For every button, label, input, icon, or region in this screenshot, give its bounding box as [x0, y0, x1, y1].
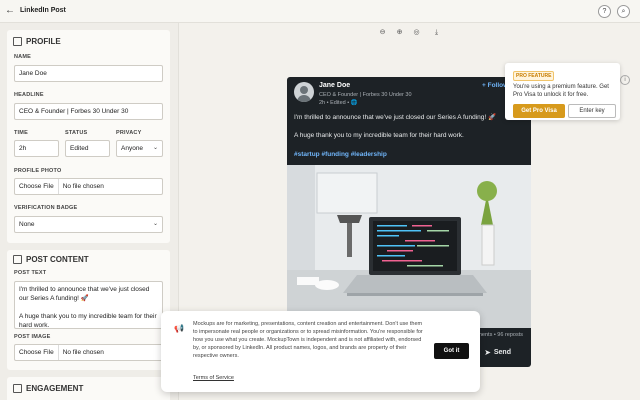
- text-icon: [13, 255, 22, 264]
- enter-key-button[interactable]: Enter key: [568, 104, 616, 118]
- post-stats: ments • 96 reposts: [477, 332, 523, 338]
- engagement-header: ENGAGEMENT: [13, 384, 83, 393]
- top-bar: ← LinkedIn Post ? ⌕: [0, 0, 640, 23]
- badge-select[interactable]: None ⌄: [14, 216, 163, 233]
- post-content-card: POST CONTENT POST TEXT I'm thrilled to a…: [7, 250, 170, 370]
- status-label: STATUS: [65, 130, 88, 136]
- get-pro-button[interactable]: Get Pro Visa: [513, 104, 565, 118]
- post-author-name: Jane Doe: [319, 82, 351, 89]
- disclaimer-text: Mockups are for marketing, presentations…: [193, 321, 423, 359]
- engagement-title: ENGAGEMENT: [26, 384, 84, 393]
- name-label: NAME: [14, 54, 31, 60]
- search-icon[interactable]: ⌕: [617, 5, 630, 18]
- megaphone-icon: 📢: [174, 324, 184, 333]
- chevron-down-icon: ⌄: [152, 145, 158, 151]
- pro-feature-badge: PRO FEATURE: [513, 71, 555, 81]
- badge-value: None: [19, 221, 35, 228]
- headline-label: HEADLINE: [14, 92, 44, 98]
- photo-file-status: No file chosen: [62, 183, 104, 190]
- send-icon: ➤: [484, 348, 491, 357]
- post-text-area[interactable]: I'm thrilled to announce that we've just…: [14, 281, 163, 329]
- post-author-headline: CEO & Founder | Forbes 30 Under 30: [319, 92, 412, 98]
- badge-label: VERIFICATION BADGE: [14, 205, 78, 211]
- zoom-in-icon[interactable]: ⊕: [394, 27, 405, 38]
- profile-header: PROFILE: [13, 37, 61, 46]
- choose-file-button[interactable]: Choose File: [19, 179, 59, 194]
- download-icon[interactable]: ⤓: [431, 27, 442, 38]
- time-label: TIME: [14, 130, 28, 136]
- send-button[interactable]: Send: [494, 349, 511, 356]
- profile-card: PROFILE NAME Jane Doe HEADLINE CEO & Fou…: [7, 30, 170, 243]
- post-text-line-2: A huge thank you to my incredible team f…: [294, 132, 464, 139]
- help-icon[interactable]: ?: [598, 5, 611, 18]
- name-input[interactable]: Jane Doe: [14, 65, 163, 82]
- photo-label: PROFILE PHOTO: [14, 168, 62, 174]
- headline-input[interactable]: CEO & Founder | Forbes 30 Under 30: [14, 103, 163, 120]
- post-image-label: POST IMAGE: [14, 334, 51, 340]
- image-file-status: No file chosen: [62, 349, 104, 356]
- post-text-line-1: I'm thrilled to announce that we've just…: [294, 114, 497, 121]
- post-content-header: POST CONTENT: [13, 255, 89, 264]
- privacy-value: Anyone: [121, 145, 144, 152]
- fit-icon[interactable]: ◎: [411, 27, 422, 38]
- photo-file-input[interactable]: Choose File No file chosen: [14, 178, 163, 195]
- laptop-photo: [287, 165, 531, 328]
- zoom-out-icon[interactable]: ⊖: [377, 27, 388, 38]
- post-content-title: POST CONTENT: [26, 255, 89, 264]
- post-text-label: POST TEXT: [14, 270, 47, 276]
- got-it-button[interactable]: Got it: [434, 343, 469, 359]
- pro-feature-text: You're using a premium feature. Get Pro …: [513, 84, 609, 98]
- info-icon[interactable]: i: [620, 75, 630, 85]
- privacy-select[interactable]: Anyone ⌄: [116, 140, 163, 157]
- profile-title: PROFILE: [26, 37, 61, 46]
- page-title: LinkedIn Post: [20, 7, 66, 14]
- post-meta: 2h • Edited • 🌐: [319, 100, 358, 106]
- terms-link[interactable]: Terms of Service: [193, 375, 234, 381]
- choose-image-button[interactable]: Choose File: [19, 345, 59, 360]
- time-input[interactable]: 2h: [14, 140, 59, 157]
- disclaimer-banner: 📢 Mockups are for marketing, presentatio…: [161, 311, 480, 392]
- profile-icon: [13, 37, 22, 46]
- post-image-file-input[interactable]: Choose File No file chosen: [14, 344, 163, 361]
- chart-icon: [13, 384, 22, 393]
- status-input[interactable]: Edited: [65, 140, 110, 157]
- engagement-card: ENGAGEMENT: [7, 377, 170, 400]
- post-image: [287, 165, 531, 328]
- chevron-down-icon: ⌄: [152, 221, 158, 227]
- privacy-label: PRIVACY: [116, 130, 142, 136]
- back-arrow-icon[interactable]: ←: [5, 5, 17, 17]
- pro-feature-popup: PRO FEATURE You're using a premium featu…: [505, 63, 620, 120]
- avatar: [294, 82, 314, 102]
- editor-panel: PROFILE NAME Jane Doe HEADLINE CEO & Fou…: [0, 23, 178, 400]
- post-text: I'm thrilled to announce that we've just…: [294, 113, 524, 140]
- post-hashtags: #startup #funding #leadership: [294, 151, 387, 158]
